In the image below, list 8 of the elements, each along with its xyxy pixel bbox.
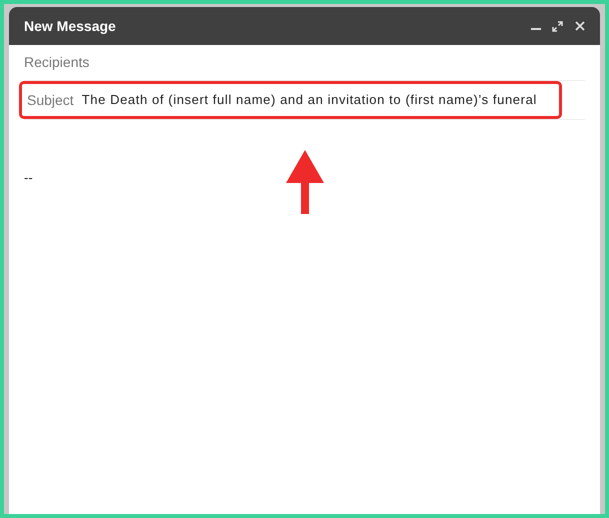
expand-icon[interactable] — [552, 20, 563, 32]
subject-field[interactable]: The Death of (insert full name) and an invitation to (first name)’s funeral — [82, 90, 537, 110]
recipients-field[interactable]: Recipients — [24, 52, 585, 73]
arrow-icon — [285, 150, 325, 214]
close-icon[interactable] — [575, 21, 585, 31]
subject-label: Subject — [27, 90, 74, 110]
signature: -- — [24, 169, 33, 187]
window-title: New Message — [24, 16, 117, 36]
